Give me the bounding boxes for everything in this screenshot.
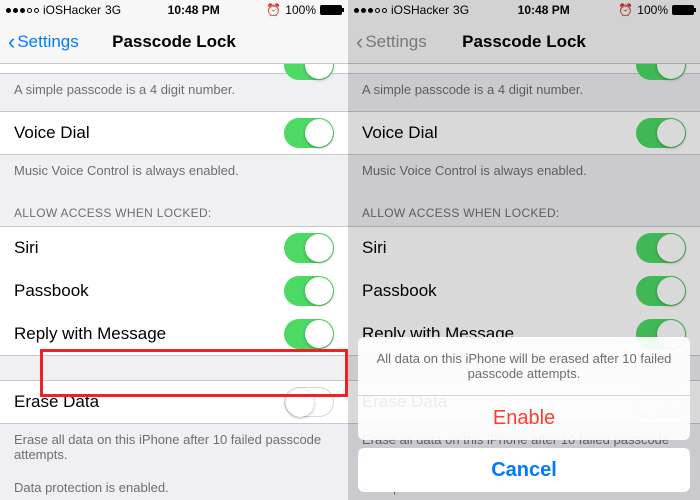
erase-data-hint: Erase all data on this iPhone after 10 f…: [0, 424, 348, 476]
erase-data-toggle[interactable]: [284, 387, 334, 417]
siri-row: Siri: [0, 226, 348, 270]
alarm-icon: ⏰: [266, 3, 281, 17]
back-button[interactable]: ‹ Settings: [8, 31, 79, 53]
signal-dots-icon: [6, 8, 39, 13]
reply-message-toggle[interactable]: [284, 319, 334, 349]
status-bar: iOSHacker 3G 10:48 PM ⏰ 100%: [0, 0, 348, 20]
siri-toggle[interactable]: [284, 233, 334, 263]
reply-message-row: Reply with Message: [0, 312, 348, 356]
enable-button[interactable]: Enable: [358, 396, 690, 440]
cancel-button[interactable]: Cancel: [358, 448, 690, 492]
carrier-label: iOSHacker: [43, 3, 101, 17]
voice-dial-hint: Music Voice Control is always enabled.: [0, 155, 348, 192]
passbook-row: Passbook: [0, 269, 348, 313]
nav-bar: ‹ Settings Passcode Lock: [0, 20, 348, 64]
network-label: 3G: [105, 3, 121, 17]
passbook-label: Passbook: [14, 281, 89, 301]
simple-passcode-toggle[interactable]: [284, 64, 334, 80]
voice-dial-toggle[interactable]: [284, 118, 334, 148]
action-sheet: All data on this iPhone will be erased a…: [358, 337, 690, 492]
erase-data-label: Erase Data: [14, 392, 99, 412]
voice-dial-label: Voice Dial: [14, 123, 90, 143]
reply-message-label: Reply with Message: [14, 324, 166, 344]
screenshot-left: iOSHacker 3G 10:48 PM ⏰ 100% ‹ Settings …: [0, 0, 348, 500]
simple-passcode-row-peek: [0, 64, 348, 74]
passbook-toggle[interactable]: [284, 276, 334, 306]
chevron-left-icon: ‹: [8, 31, 15, 53]
allow-access-header: ALLOW ACCESS WHEN LOCKED:: [0, 192, 348, 226]
screenshot-right: iOSHacker 3G 10:48 PM ⏰ 100% ‹ Settings …: [348, 0, 700, 500]
data-protection-hint: Data protection is enabled.: [0, 476, 348, 500]
battery-pct: 100%: [285, 3, 316, 17]
erase-data-row: Erase Data: [0, 380, 348, 424]
status-time: 10:48 PM: [168, 3, 220, 17]
voice-dial-row: Voice Dial: [0, 111, 348, 155]
action-sheet-message: All data on this iPhone will be erased a…: [358, 337, 690, 396]
siri-label: Siri: [14, 238, 39, 258]
back-label: Settings: [17, 32, 78, 52]
battery-icon: [320, 5, 342, 15]
